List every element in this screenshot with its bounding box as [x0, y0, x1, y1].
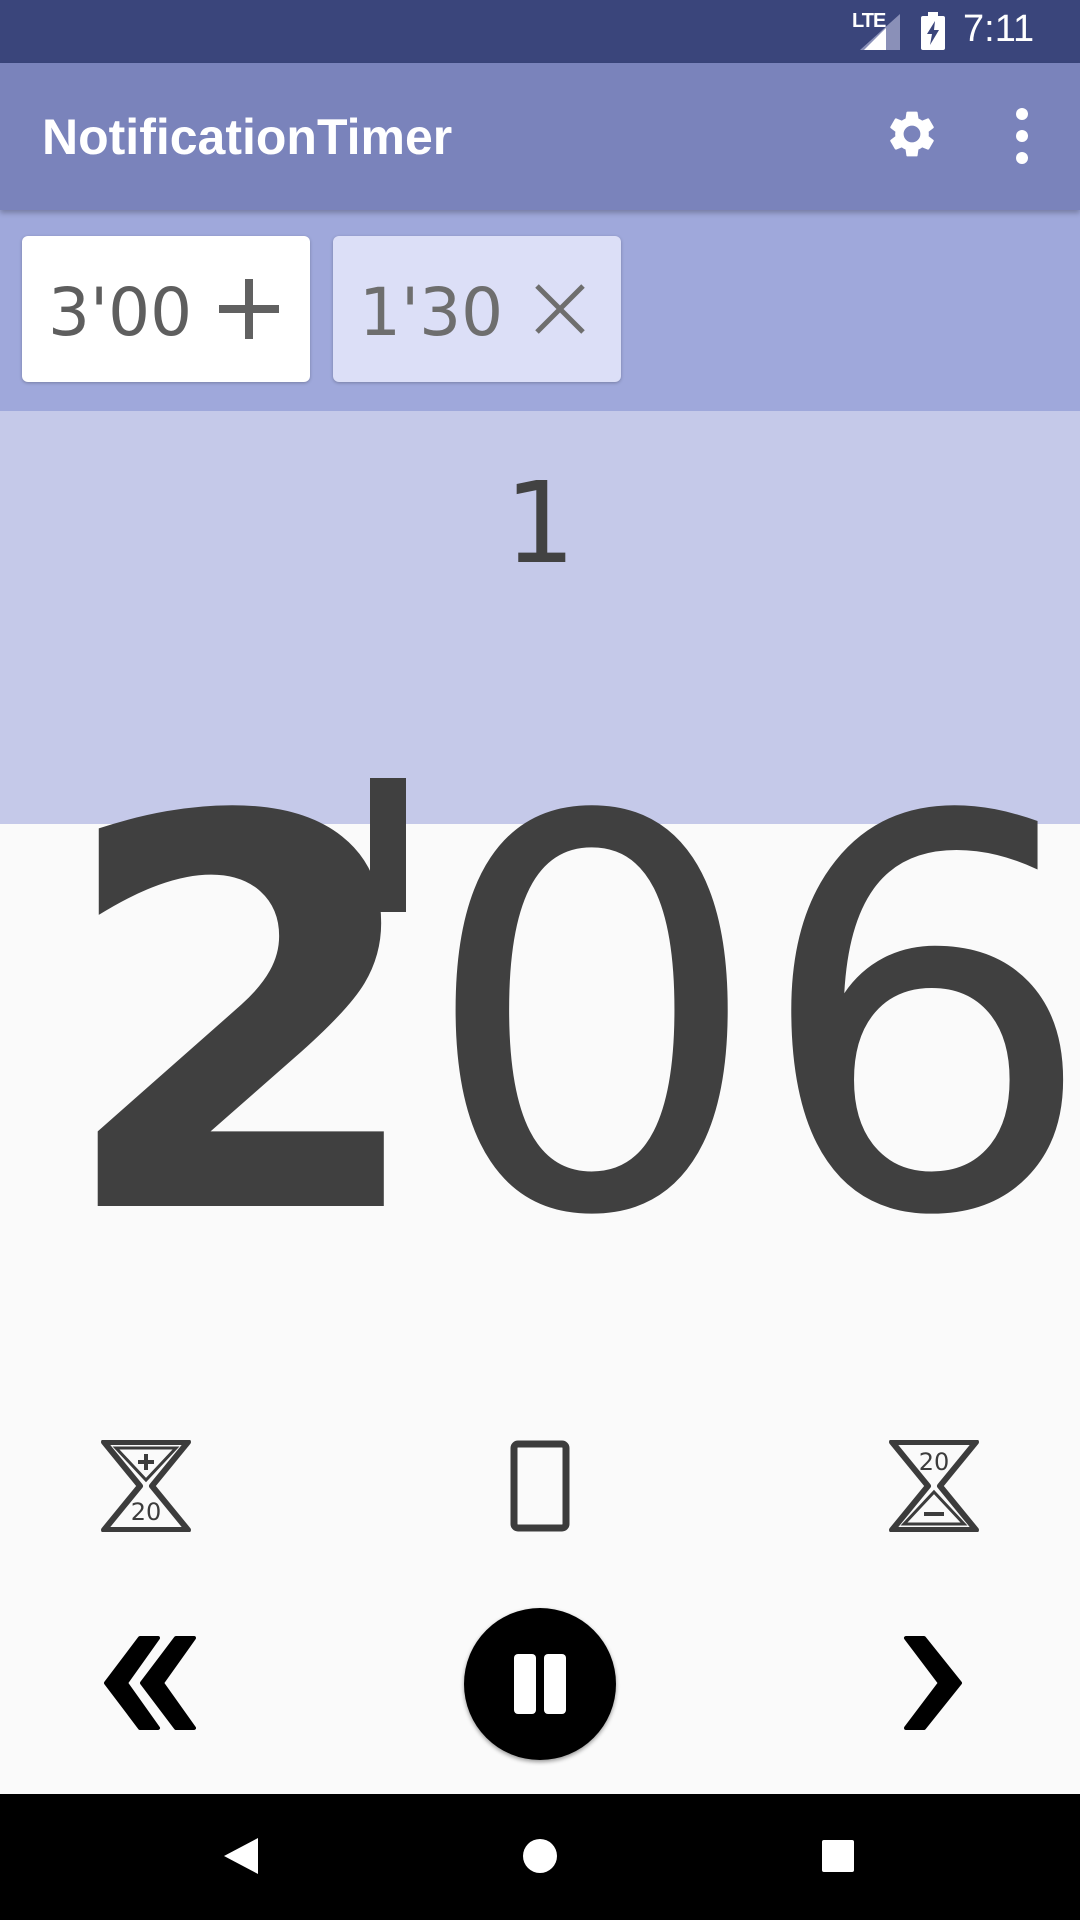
preset-chip-strip: 3'00 1'30: [0, 210, 1080, 411]
navigation-bar: [0, 1794, 1080, 1920]
plus-icon: [219, 279, 279, 339]
lap-count: 1: [504, 459, 576, 589]
settings-icon[interactable]: [884, 106, 940, 162]
more-vert-icon[interactable]: [1010, 106, 1034, 166]
time-seconds: 06: [420, 706, 1080, 1334]
battery-charging-icon: [921, 12, 945, 50]
phone-screen-icon[interactable]: [510, 1440, 570, 1532]
minute-separator: [370, 778, 406, 912]
rewind-icon[interactable]: [96, 1636, 196, 1730]
app-title: NotificationTimer: [42, 109, 453, 165]
chip-label: 3'00: [48, 274, 193, 351]
clock: 7:11: [963, 8, 1035, 50]
back-icon[interactable]: [210, 1826, 270, 1886]
home-icon[interactable]: [510, 1826, 570, 1886]
time-display: 2 06: [0, 750, 1080, 1290]
status-bar: LTE 7:11: [0, 0, 1080, 63]
preset-chip-add[interactable]: 3'00: [22, 236, 310, 382]
close-icon: [535, 284, 585, 334]
add-time-label: 20: [131, 1498, 162, 1526]
chip-label: 1'30: [359, 274, 504, 351]
pause-icon-bar: [544, 1654, 566, 1714]
subtract-time-label: 20: [919, 1448, 950, 1476]
signal-icon: [860, 14, 900, 50]
recents-icon[interactable]: [808, 1826, 868, 1886]
hourglass-add-icon[interactable]: 20: [100, 1440, 192, 1532]
pause-icon-bar: [514, 1654, 536, 1714]
next-icon[interactable]: [900, 1636, 966, 1730]
pause-button[interactable]: [464, 1608, 616, 1760]
hourglass-subtract-icon[interactable]: 20: [888, 1440, 980, 1532]
preset-chip-remove[interactable]: 1'30: [333, 236, 621, 382]
screen: LTE 7:11 NotificationTimer 3'00 1'30 1 2…: [0, 0, 1080, 1920]
app-bar: NotificationTimer: [0, 63, 1080, 210]
